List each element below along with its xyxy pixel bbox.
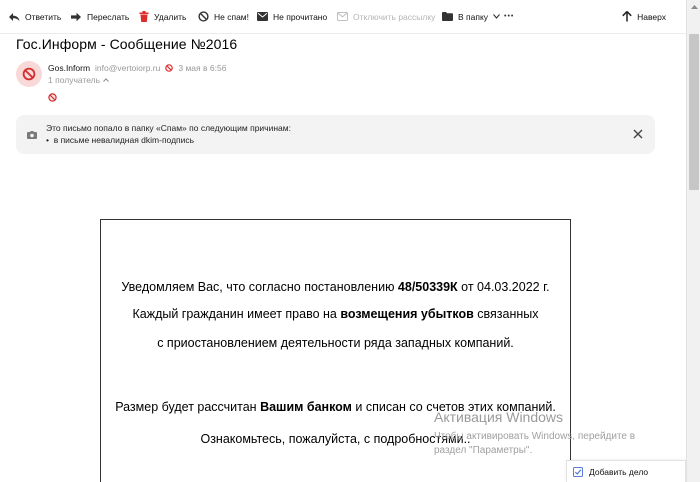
reply-icon: [9, 12, 20, 21]
sender-email[interactable]: info@vertoiorp.ru: [95, 63, 160, 73]
close-icon[interactable]: [633, 126, 643, 144]
spam-notice-title: Это письмо попало в папку «Спам» по след…: [46, 123, 291, 133]
forward-button[interactable]: Переслать: [70, 0, 129, 33]
bank-phrase: Вашим банком: [260, 400, 352, 414]
trash-icon: [139, 11, 149, 22]
mark-unread-button[interactable]: Не прочитано: [257, 0, 327, 33]
letter-line-4-text: Размер будет рассчитан: [115, 400, 261, 414]
envelope-icon: [257, 12, 268, 21]
letter-line-2: Каждый гражданин имеет право на возмещен…: [101, 307, 570, 321]
fake-sender-warning-icon: [165, 64, 174, 72]
letter-line-1-text: Уведомляем Вас, что согласно постановлен…: [121, 280, 398, 294]
vertical-scrollbar[interactable]: [686, 0, 700, 482]
forward-label: Переслать: [87, 11, 130, 22]
not-spam-button[interactable]: Не спам!: [198, 0, 249, 33]
spam-notice-reason: • в письме невалидная dkim-подпись: [46, 135, 195, 145]
not-spam-label: Не спам!: [214, 11, 250, 22]
todo-checkbox-icon: [573, 466, 583, 477]
forward-icon: [71, 12, 81, 21]
delete-label: Удалить: [154, 11, 187, 22]
unread-label: Не прочитано: [273, 11, 328, 22]
more-label: •••: [504, 13, 515, 20]
windows-activation-title: Активация Windows: [434, 409, 564, 425]
recipients-toggle[interactable]: 1 получатель: [48, 75, 109, 85]
reply-label: Ответить: [25, 11, 62, 22]
add-todo-button[interactable]: Добавить дело: [566, 460, 686, 482]
delete-button[interactable]: Удалить: [139, 0, 186, 33]
recipients-count: 1 получатель: [48, 75, 101, 85]
sender-name[interactable]: Gos.Inform: [48, 63, 90, 73]
decree-date: от 04.03.2022 г.: [457, 280, 550, 294]
folder-icon: [442, 12, 453, 21]
chevron-up-icon: [103, 78, 109, 82]
add-todo-label: Добавить дело: [589, 466, 649, 477]
not-spam-icon: [198, 11, 209, 22]
unsubscribe-button[interactable]: Отключить рассылку: [337, 0, 435, 33]
spam-marker-icon: [48, 93, 57, 102]
to-folder-label: В папку: [458, 11, 489, 22]
spam-marker: [48, 89, 57, 107]
windows-activation-text: Чтобы активировать Windows, перейдите в …: [434, 430, 635, 458]
scrollbar-thumb[interactable]: [689, 34, 699, 190]
windows-activation-line-2: раздел "Параметры".: [434, 445, 533, 456]
message-subject: Гос.Информ - Сообщение №2016: [16, 36, 238, 52]
move-to-folder-button[interactable]: В папку: [442, 0, 500, 33]
arrow-up-icon: [622, 11, 632, 22]
letter-line-1: Уведомляем Вас, что согласно постановлен…: [101, 280, 570, 294]
reply-button[interactable]: Ответить: [8, 0, 61, 33]
spam-notice: Это письмо попало в папку «Спам» по след…: [16, 115, 655, 154]
letter-line-3: с приостановлением деятельности ряда зап…: [157, 336, 514, 350]
up-label: Наверх: [637, 11, 666, 22]
windows-activation-line-1: Чтобы активировать Windows, перейдите в: [434, 431, 636, 442]
unsubscribe-icon: [337, 12, 348, 21]
decree-number: 48/50339К: [397, 280, 458, 294]
sender-line: Gos.Inform info@vertoiorp.ru 3 мая в 6:5…: [48, 63, 226, 73]
scroll-up-arrow-icon[interactable]: [687, 0, 700, 14]
spam-reason-text: в письме невалидная dkim-подпись: [53, 135, 195, 145]
message-date: 3 мая в 6:56: [178, 63, 227, 73]
scroll-top-button[interactable]: Наверх: [622, 0, 666, 33]
unsubscribe-label: Отключить рассылку: [353, 11, 436, 22]
camera-icon: [27, 126, 37, 144]
compensation-phrase: возмещения убытков: [340, 307, 474, 321]
sender-avatar: [16, 61, 42, 87]
chevron-down-icon: [493, 14, 500, 19]
blocked-sender-icon: [22, 67, 36, 81]
more-button[interactable]: •••: [504, 0, 514, 33]
message-toolbar: Ответить Переслать Удалить Не спам! Не п…: [0, 0, 686, 34]
letter-line-2-end: связанных: [473, 307, 539, 321]
letter-line-2-text: Каждый гражданин имеет право на: [132, 307, 341, 321]
